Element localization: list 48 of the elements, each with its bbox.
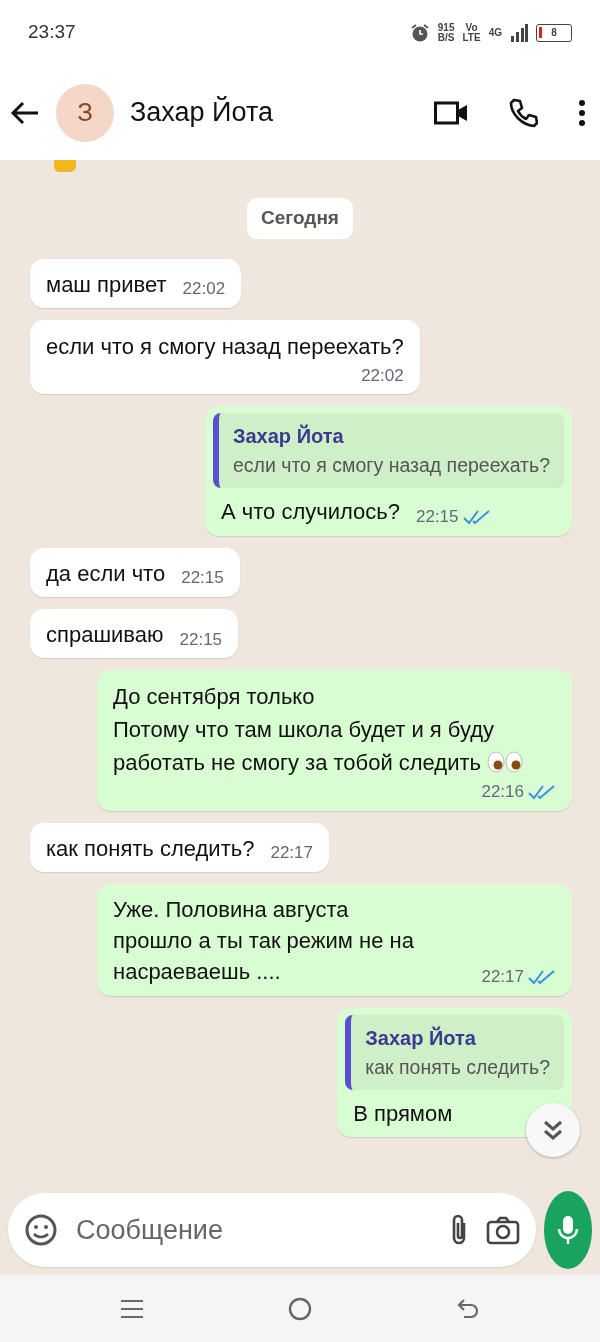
lte-label: LTE — [462, 32, 481, 43]
battery-level: 8 — [551, 27, 557, 38]
back-arrow-icon[interactable] — [10, 99, 40, 126]
contact-name[interactable]: Захар Йота — [130, 92, 418, 133]
quote-text: как понять следить? — [365, 1054, 550, 1080]
status-time: 23:37 — [28, 20, 76, 45]
message-time: 22:17 — [270, 842, 313, 865]
message-text: как понять следить? — [46, 834, 255, 863]
quote-author: Захар Йота — [232, 423, 345, 450]
speed-unit: B/S — [437, 32, 455, 43]
quoted-message[interactable]: Захар Йота если что я смогу назад переехать? — [212, 413, 564, 489]
message-text: да если что — [46, 559, 166, 588]
network-type: 4G — [488, 27, 502, 38]
contact-avatar[interactable]: З — [56, 83, 114, 142]
message-text: До сентября только Потому что там школа будет и я буду работать не смогу за тобой следить — [113, 684, 524, 776]
message-time: 22:15 — [181, 567, 224, 590]
scroll-down-button[interactable] — [526, 1103, 580, 1157]
message-text: спрашиваю — [46, 620, 164, 649]
message-time: 22:02 — [182, 278, 226, 301]
alarm-icon — [409, 22, 430, 43]
video-call-icon[interactable] — [434, 100, 468, 125]
message-time: 22:02 — [361, 364, 404, 387]
date-chip: Сегодня — [247, 198, 353, 239]
message-time: 22:16 — [481, 781, 524, 804]
quote-text: если что я смогу назад переехать? — [232, 453, 550, 479]
sticker-icon[interactable] — [24, 1213, 58, 1247]
message-time: 22:17 — [481, 966, 524, 989]
message-input-field[interactable]: Сообщение — [8, 1193, 536, 1267]
double-chevron-icon — [542, 1119, 564, 1141]
phone-icon[interactable] — [508, 97, 538, 128]
volte-label: Vo — [465, 22, 478, 33]
quoted-message[interactable]: Захар Йота как понять следить? — [345, 1014, 564, 1090]
back-icon[interactable] — [456, 1297, 480, 1320]
message-text: Уже. Половина августа прошло а ты так режим не на насраеваешь .... — [113, 895, 415, 987]
camera-icon[interactable] — [486, 1215, 520, 1245]
message-text: маш привет — [46, 270, 167, 299]
message-time: 22:15 — [416, 506, 459, 529]
message-text: если что я смогу назад переехать? — [46, 333, 404, 359]
network-speed: 915 — [437, 22, 455, 33]
message-text: А что случилось? — [220, 498, 400, 527]
quote-author: Захар Йота — [365, 1025, 477, 1051]
message-text: В прямом — [353, 1099, 453, 1128]
more-options-icon[interactable] — [578, 98, 586, 127]
signal-icon — [510, 23, 528, 42]
message-time: 22:15 — [179, 628, 223, 651]
menu-icon[interactable] — [120, 1298, 144, 1319]
home-icon[interactable] — [288, 1296, 312, 1321]
microphone-icon — [557, 1215, 579, 1245]
